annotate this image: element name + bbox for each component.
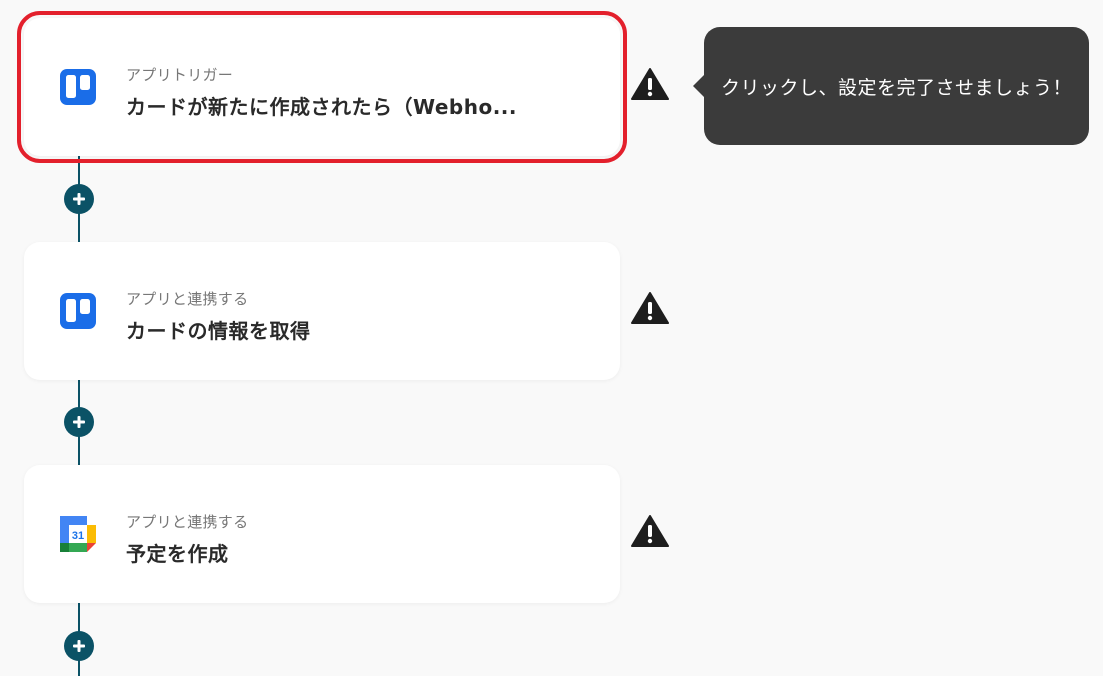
plus-icon xyxy=(73,416,85,428)
trello-icon xyxy=(60,293,96,329)
step-card-trigger[interactable]: アプリトリガー カードが新たに作成されたら（Webho... xyxy=(17,11,627,163)
trello-icon xyxy=(60,69,96,105)
step-title: 予定を作成 xyxy=(126,542,229,566)
add-step-button[interactable] xyxy=(64,407,94,437)
plus-icon xyxy=(73,640,85,652)
setup-tooltip: クリックし、設定を完了させましょう！ xyxy=(693,27,1089,145)
step-type-label: アプリと連携する xyxy=(126,290,249,308)
tooltip-text: クリックし、設定を完了させましょう！ xyxy=(720,76,1072,99)
warning-icon xyxy=(631,292,669,324)
step-type-label: アプリと連携する xyxy=(126,513,249,531)
step-title: カードが新たに作成されたら（Webho... xyxy=(126,95,517,119)
step-card-create-event[interactable]: 31 アプリと連携する 予定を作成 xyxy=(24,465,620,603)
plus-icon xyxy=(73,193,85,205)
google-calendar-icon: 31 xyxy=(60,516,96,552)
add-step-button[interactable] xyxy=(64,631,94,661)
step-title: カードの情報を取得 xyxy=(126,319,311,343)
add-step-button[interactable] xyxy=(64,184,94,214)
warning-icon xyxy=(631,515,669,547)
warning-icon xyxy=(631,68,669,100)
calendar-day-number: 31 xyxy=(72,530,84,542)
step-type-label: アプリトリガー xyxy=(126,66,234,84)
step-card-get-card-info[interactable]: アプリと連携する カードの情報を取得 xyxy=(24,242,620,380)
